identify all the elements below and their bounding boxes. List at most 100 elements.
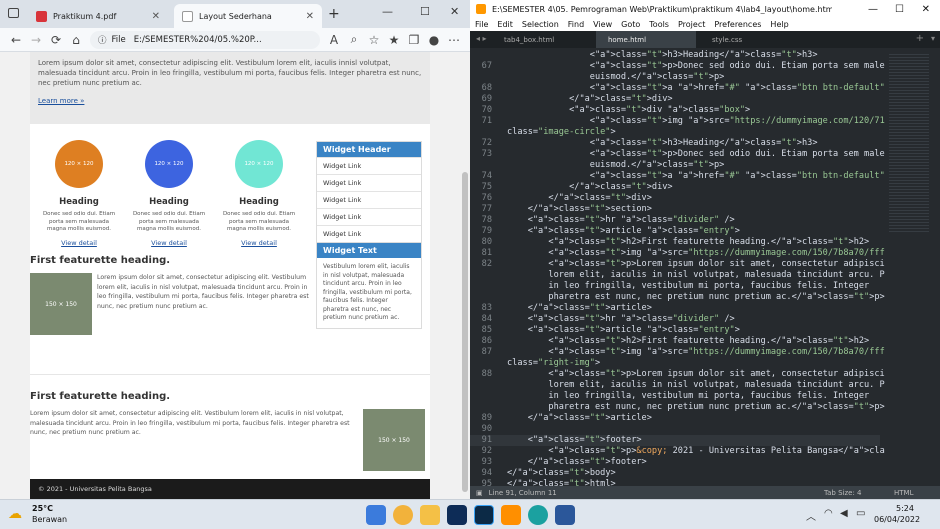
line-number: 78 xyxy=(481,215,492,225)
view-detail-link[interactable]: View detail xyxy=(125,239,213,247)
code-line: </"a">class="t">article> xyxy=(507,303,652,313)
forward-icon[interactable]: → xyxy=(26,33,46,47)
status-panel-icon[interactable]: ▣ xyxy=(476,489,483,497)
code-line: </"a">class="t">html> xyxy=(507,479,616,486)
tab-nav-icon[interactable]: ◂ ▸ xyxy=(476,34,487,43)
minimize-icon[interactable]: — xyxy=(382,5,393,18)
line-number: 91 xyxy=(481,435,492,445)
circle-image: 120 × 120 xyxy=(145,140,193,188)
widget-link[interactable]: Widget Link xyxy=(317,174,421,191)
widget-link[interactable]: Widget Link xyxy=(317,157,421,174)
view-detail-link[interactable]: View detail xyxy=(35,239,123,247)
close-tab-icon[interactable]: ✕ xyxy=(306,11,314,22)
menu-project[interactable]: Project xyxy=(678,20,705,29)
minimap[interactable] xyxy=(885,48,940,486)
line-number: 83 xyxy=(481,303,492,313)
close-window-icon[interactable]: ✕ xyxy=(922,4,930,15)
url-field[interactable]: ⓘ File E:/SEMESTER%204/05.%20P... xyxy=(90,30,320,49)
line-number: 79 xyxy=(481,226,492,236)
close-tab-icon[interactable]: ✕ xyxy=(152,11,160,22)
widget-links: Widget Header Widget Link Widget Link Wi… xyxy=(316,141,422,243)
start-icon[interactable] xyxy=(366,505,386,525)
word-icon[interactable] xyxy=(555,505,575,525)
menu-selection[interactable]: Selection xyxy=(522,20,559,29)
collections-icon[interactable]: ❐ xyxy=(404,33,424,47)
view-detail-link[interactable]: View detail xyxy=(215,239,303,247)
profile-icon[interactable]: ● xyxy=(424,33,444,47)
page-scrollbar[interactable] xyxy=(460,52,470,499)
widget-link[interactable]: Widget Link xyxy=(317,191,421,208)
chrome-icon[interactable] xyxy=(393,505,413,525)
battery-icon[interactable]: ▭ xyxy=(856,508,865,519)
widget-link[interactable]: Widget Link xyxy=(317,208,421,225)
status-tab-size[interactable]: Tab Size: 4 xyxy=(824,489,861,497)
sublime-title-bar: E:\SEMESTER 4\05. Pemrograman Web\Prakti… xyxy=(470,0,940,18)
address-bar: ← → ⟳ ⌂ ⓘ File E:/SEMESTER%204/05.%20P..… xyxy=(0,28,470,52)
maximize-icon[interactable]: ☐ xyxy=(420,5,430,18)
weather-temp[interactable]: 25°C xyxy=(32,504,53,513)
tray-chevron-icon[interactable]: ︿ xyxy=(806,508,816,523)
tab-praktikum-pdf[interactable]: Praktikum 4.pdf ✕ xyxy=(28,4,168,28)
new-tab-icon[interactable]: + xyxy=(916,33,924,44)
browser-tab-strip: Praktikum 4.pdf ✕ Layout Sederhana ✕ + —… xyxy=(0,0,470,28)
lightroom-icon[interactable] xyxy=(474,505,494,525)
wifi-icon[interactable]: ◠ xyxy=(824,508,833,519)
featurette-heading: First featurette heading. xyxy=(30,255,171,266)
favorite-icon[interactable]: ☆ xyxy=(364,33,384,47)
learn-more-link[interactable]: Learn more » xyxy=(38,96,422,106)
box-text: Donec sed odio dui. Etiam porta sem male… xyxy=(42,211,116,232)
zoom-icon[interactable]: ⌕ xyxy=(344,32,364,47)
new-tab-icon[interactable]: + xyxy=(328,6,340,22)
status-syntax[interactable]: HTML xyxy=(894,489,913,497)
line-number: 69 xyxy=(481,94,492,104)
editor-tab-tab4-box[interactable]: tab4_box.html xyxy=(492,31,592,48)
line-number: 89 xyxy=(481,413,492,423)
tab-actions-icon[interactable] xyxy=(8,8,19,18)
volume-icon[interactable]: ◀ xyxy=(840,508,848,519)
code-line: </"a">class="t">body> xyxy=(507,468,616,478)
edge-icon[interactable] xyxy=(528,505,548,525)
editor-tab-home[interactable]: home.html xyxy=(596,31,696,48)
code-line: </"a">class="t">div> xyxy=(507,94,673,104)
photoshop-icon[interactable] xyxy=(447,505,467,525)
menu-help[interactable]: Help xyxy=(770,20,788,29)
maximize-icon[interactable]: ☐ xyxy=(895,4,904,15)
weather-desc[interactable]: Berawan xyxy=(32,515,67,524)
more-icon[interactable]: ⋯ xyxy=(444,33,464,47)
line-number: 76 xyxy=(481,193,492,203)
menu-find[interactable]: Find xyxy=(568,20,584,29)
tab-layout-sederhana[interactable]: Layout Sederhana ✕ xyxy=(174,4,322,28)
line-number: 87 xyxy=(481,347,492,357)
file-explorer-icon[interactable] xyxy=(420,505,440,525)
read-aloud-icon[interactable]: A xyxy=(324,33,344,47)
clock-date[interactable]: 06/04/2022 xyxy=(874,515,920,524)
scrollbar-thumb[interactable] xyxy=(462,172,468,492)
code-line: <"a">class="t">img "a">src="https://dumm… xyxy=(507,116,940,126)
line-number: 70 xyxy=(481,105,492,115)
menu-preferences[interactable]: Preferences xyxy=(714,20,761,29)
code-editor[interactable]: <"a">class="t">h3>Heading</"a">class="t"… xyxy=(470,48,940,486)
widget-link[interactable]: Widget Link xyxy=(317,225,421,242)
code-line: in leo fringilla, vestibulum mi porta, f… xyxy=(507,391,870,401)
refresh-icon[interactable]: ⟳ xyxy=(46,33,66,47)
menu-edit[interactable]: Edit xyxy=(497,20,513,29)
menu-view[interactable]: View xyxy=(593,20,612,29)
code-line: pharetra est nunc, nec pretium nunc pret… xyxy=(507,292,885,302)
sublime-taskbar-icon[interactable] xyxy=(501,505,521,525)
hero-section: Lorem ipsum dolor sit amet, consectetur … xyxy=(30,52,430,124)
code-line: <"a">class="t">a "a">href="#" "a">class=… xyxy=(507,83,940,93)
editor-tab-style[interactable]: style.css xyxy=(700,31,800,48)
featurette-image: 150 × 150 xyxy=(363,409,425,471)
box-text: Donec sed odio dui. Etiam porta sem male… xyxy=(132,211,206,232)
code-line: <"a">class="t">hr "a">class="divider" /> xyxy=(507,314,735,324)
minimize-icon[interactable]: — xyxy=(868,4,878,15)
back-icon[interactable]: ← xyxy=(6,33,26,47)
clock-time[interactable]: 5:24 xyxy=(896,504,914,513)
close-window-icon[interactable]: ✕ xyxy=(450,5,459,18)
menu-tools[interactable]: Tools xyxy=(649,20,669,29)
tab-menu-icon[interactable]: ▾ xyxy=(931,34,935,43)
home-icon[interactable]: ⌂ xyxy=(66,33,86,47)
favorites-bar-icon[interactable]: ★ xyxy=(384,33,404,47)
menu-goto[interactable]: Goto xyxy=(621,20,640,29)
menu-file[interactable]: File xyxy=(475,20,488,29)
